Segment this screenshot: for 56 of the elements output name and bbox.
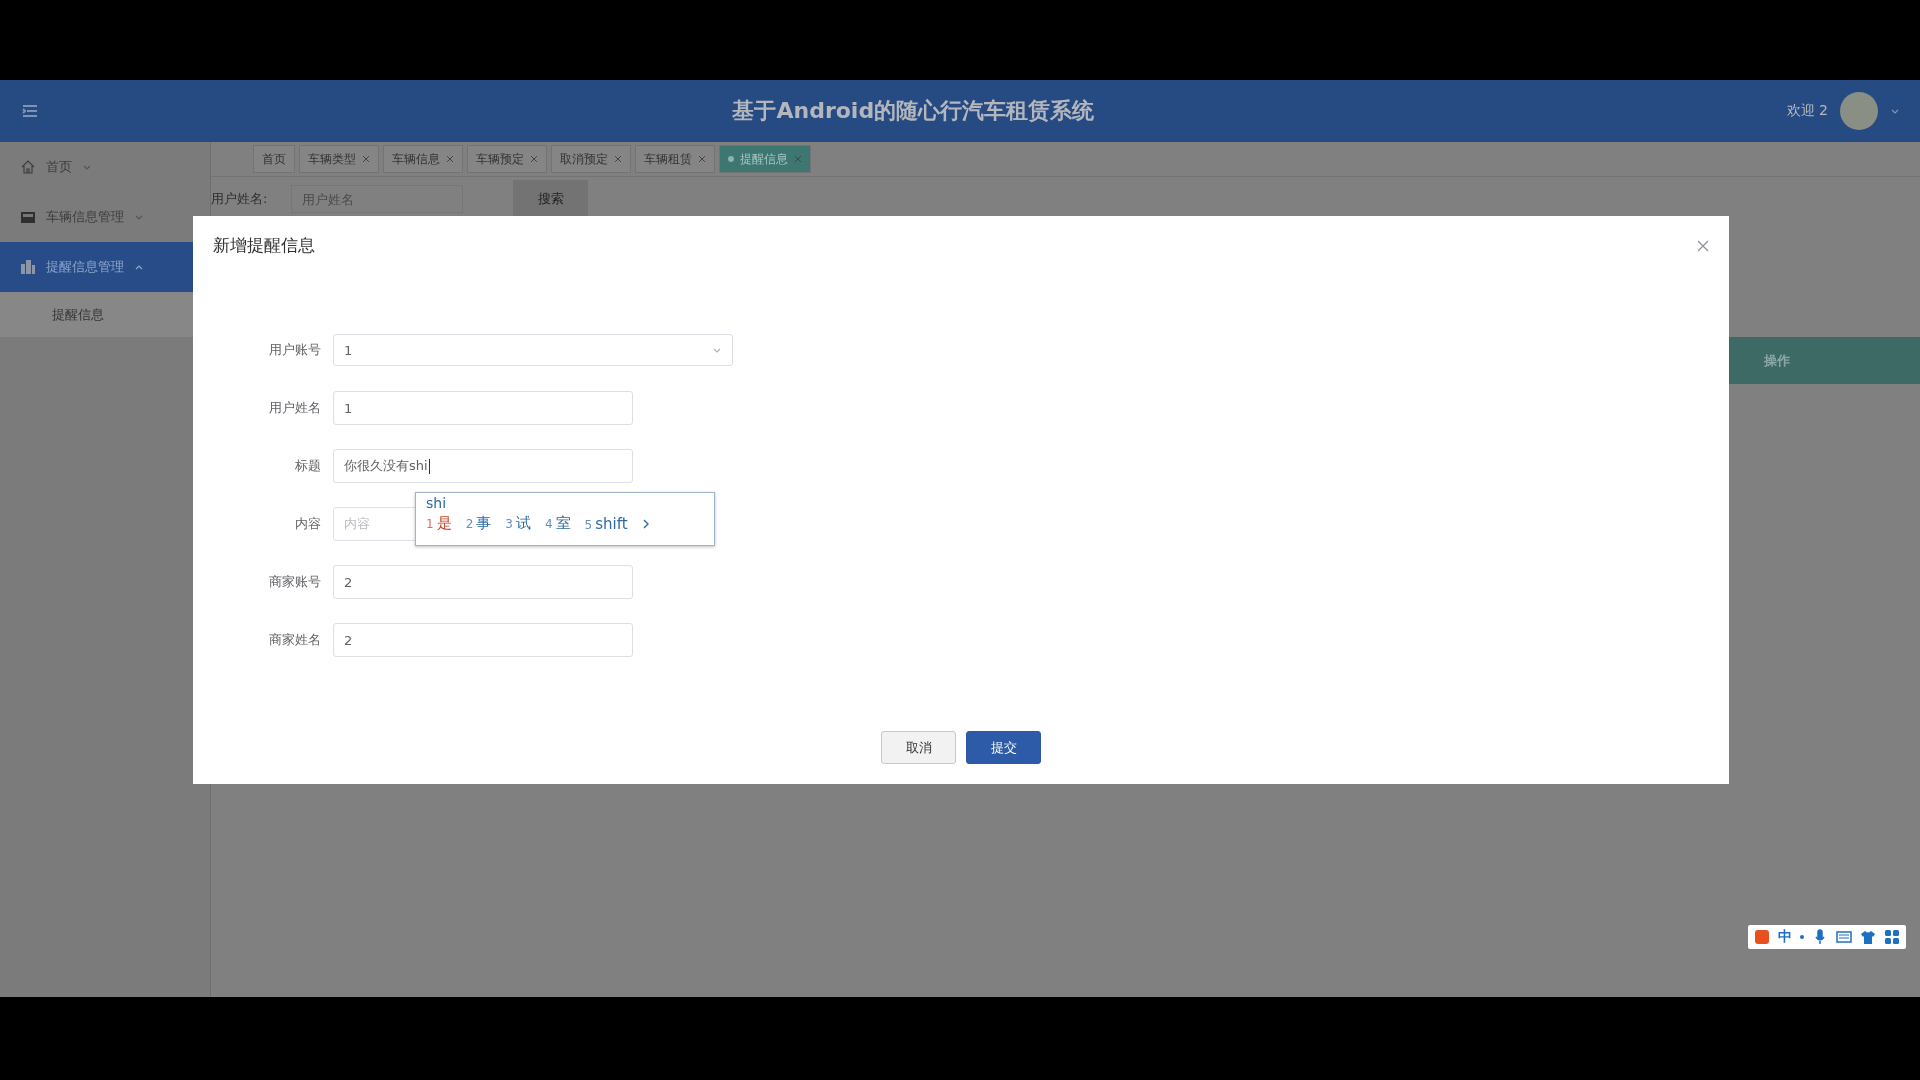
shirt-icon: [1860, 929, 1876, 945]
building-icon: [20, 259, 36, 275]
welcome-text: 欢迎 2: [1786, 102, 1828, 120]
search-button[interactable]: 搜索: [513, 180, 588, 218]
app-title: 基于Android的随心行汽车租赁系统: [731, 97, 1096, 125]
tab[interactable]: 车辆预定: [467, 145, 547, 173]
tab[interactable]: 车辆类型: [299, 145, 379, 173]
search-label: 用户姓名:: [211, 190, 269, 208]
tab-label: 取消预定: [560, 150, 608, 168]
home-icon: [20, 159, 36, 175]
select-field[interactable]: 1: [333, 334, 733, 366]
tab[interactable]: 首页: [253, 145, 295, 173]
tab[interactable]: 提醒信息: [719, 145, 811, 173]
tab[interactable]: 车辆信息: [383, 145, 463, 173]
sidebar-item[interactable]: 车辆信息管理: [0, 192, 210, 242]
tab-label: 车辆预定: [476, 150, 524, 168]
field-label: 商家账号: [268, 573, 322, 591]
tab-label: 提醒信息: [740, 150, 788, 168]
microphone-icon: [1812, 929, 1828, 945]
tab[interactable]: 取消预定: [551, 145, 631, 173]
input-field[interactable]: 你很久没有shi: [333, 449, 633, 483]
ime-mode[interactable]: 中: [1778, 928, 1792, 946]
field-label: 用户姓名: [268, 399, 322, 417]
input-field[interactable]: 1: [333, 391, 633, 425]
ime-candidate[interactable]: 2 事: [465, 514, 492, 533]
avatar[interactable]: [1840, 92, 1878, 130]
keyboard-icon: [1836, 929, 1852, 945]
ime-candidate[interactable]: 3 试: [505, 514, 531, 533]
ime-candidate[interactable]: 5 shift: [584, 514, 628, 533]
punctuation-icon: [1800, 935, 1804, 939]
dialog-title: 新增提醒信息: [213, 234, 315, 257]
tab[interactable]: 车辆租赁: [635, 145, 715, 173]
tab-label: 首页: [262, 150, 286, 168]
field-label: 内容: [294, 515, 322, 533]
active-dot-icon: [728, 156, 734, 162]
submit-button[interactable]: 提交: [966, 731, 1041, 764]
ime-composition: shi: [426, 495, 448, 511]
ime-candidate[interactable]: 4 室: [544, 514, 571, 533]
sidebar-item[interactable]: 首页: [0, 142, 210, 192]
menu-icon: [20, 103, 40, 119]
close-icon: [1697, 239, 1709, 252]
grid-icon: [1884, 929, 1900, 945]
tab-label: 车辆信息: [392, 150, 440, 168]
next-page-icon: [641, 518, 650, 529]
cancel-button[interactable]: 取消: [881, 731, 956, 764]
tab-label: 车辆租赁: [644, 150, 692, 168]
store-icon: [20, 209, 36, 225]
column-header: 操作: [1764, 351, 1790, 370]
input-field[interactable]: 2: [333, 623, 633, 657]
ime-candidate[interactable]: 1 是: [426, 514, 452, 533]
field-label: 用户账号: [268, 341, 322, 359]
tab-label: 车辆类型: [308, 150, 356, 168]
field-label: 标题: [294, 457, 322, 475]
field-label: 商家姓名: [268, 631, 322, 649]
ime-logo-icon: [1754, 929, 1770, 945]
input-field[interactable]: 2: [333, 565, 633, 599]
